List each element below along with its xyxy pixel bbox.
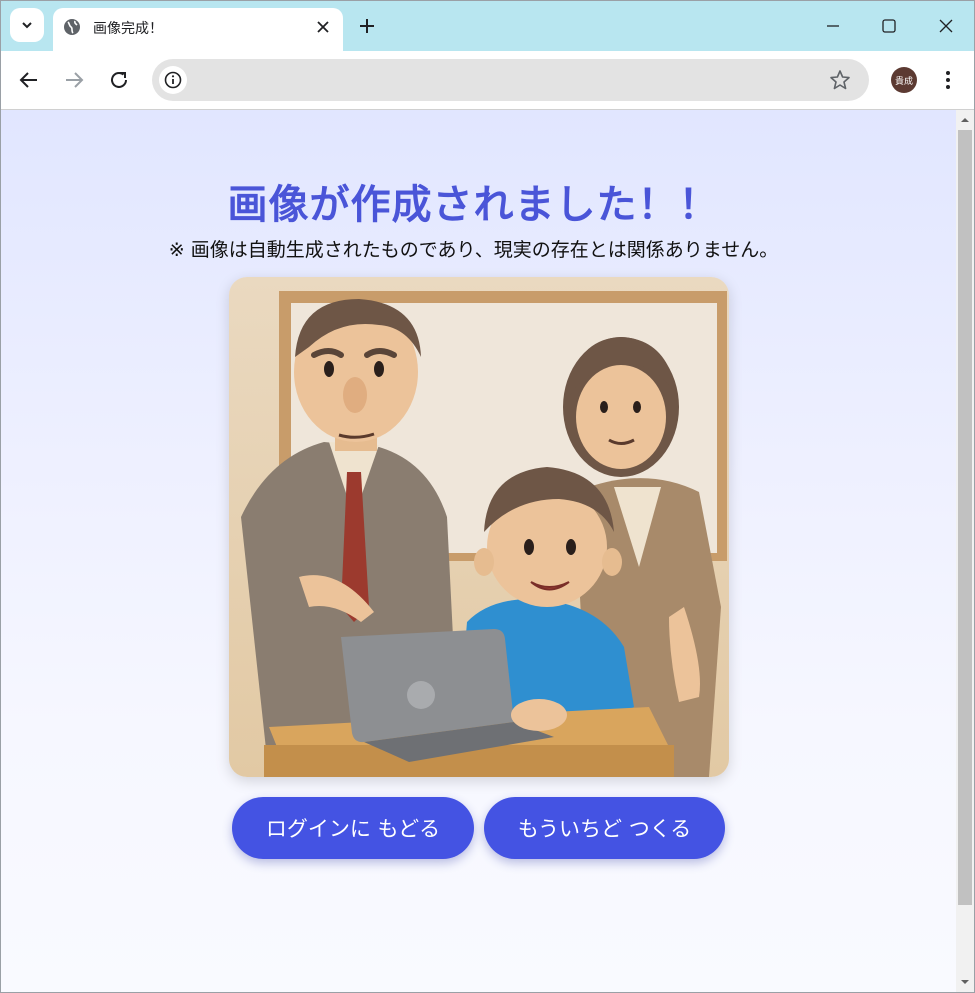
close-window-icon[interactable] xyxy=(935,15,957,37)
more-menu-icon[interactable] xyxy=(937,68,959,92)
generated-image xyxy=(229,277,729,777)
profile-avatar[interactable]: 貴成 xyxy=(891,67,917,93)
scroll-up-arrow-icon[interactable] xyxy=(960,115,970,125)
bookmark-star-icon[interactable] xyxy=(829,69,851,91)
minimize-icon[interactable] xyxy=(822,15,844,37)
title-bar: 画像完成！ xyxy=(1,1,974,51)
maximize-icon[interactable] xyxy=(878,15,900,37)
page-content: 画像が作成されました！！ ※ 画像は自動生成されたものであり、現実の存在とは関係… xyxy=(1,110,956,992)
browser-window: 画像完成！ 貴成 画像が作成されました！！ ※ 画像は自動生成されたものであり、… xyxy=(0,0,975,993)
scroll-down-arrow-icon[interactable] xyxy=(960,977,970,987)
address-bar[interactable] xyxy=(152,59,869,101)
reload-icon[interactable] xyxy=(107,68,131,92)
forward-arrow-icon[interactable] xyxy=(62,68,86,92)
disclaimer-note: ※ 画像は自動生成されたものであり、現実の存在とは関係ありません。 xyxy=(168,239,779,261)
browser-tab[interactable]: 画像完成！ xyxy=(53,8,343,51)
back-arrow-icon[interactable] xyxy=(17,68,41,92)
new-tab-icon[interactable] xyxy=(356,15,378,37)
globe-icon xyxy=(64,19,80,35)
close-tab-icon[interactable] xyxy=(315,19,331,35)
page-title: 画像が作成されました！！ xyxy=(227,182,720,228)
chevron-down-icon xyxy=(22,22,32,29)
create-again-button[interactable]: もういちど つくる xyxy=(484,797,725,859)
site-info-icon[interactable] xyxy=(159,66,187,94)
scrollbar-thumb[interactable] xyxy=(958,130,972,905)
browser-toolbar: 貴成 xyxy=(1,51,974,110)
back-to-login-button[interactable]: ログインに もどる xyxy=(232,797,474,859)
tab-search-button[interactable] xyxy=(10,8,44,42)
vertical-scrollbar[interactable] xyxy=(956,110,974,992)
tab-title: 画像完成！ xyxy=(93,21,163,37)
